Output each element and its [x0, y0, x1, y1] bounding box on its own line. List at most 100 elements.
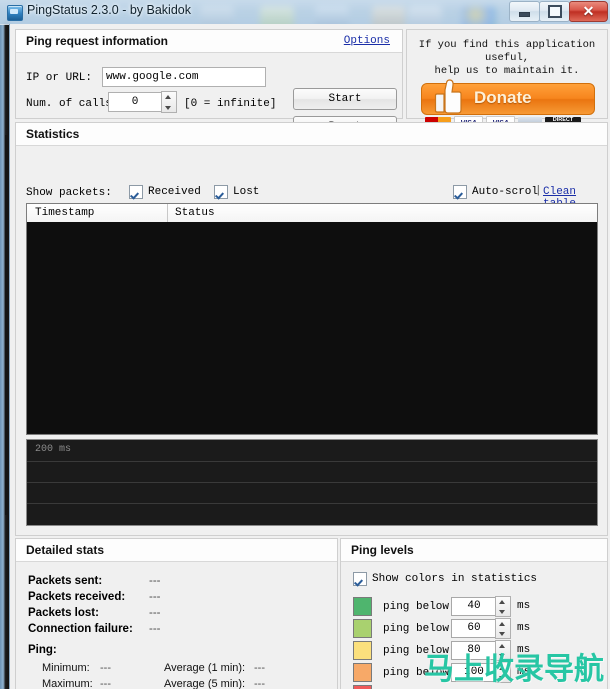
- ping-minimum-label: Minimum:: [42, 662, 90, 674]
- ping-level-label: ping below: [383, 600, 450, 613]
- statistics-panel: Statistics Show packets: Received Lost A…: [15, 122, 608, 536]
- connection-failure-label: Connection failure:: [28, 623, 133, 635]
- ping-maximum-label: Maximum:: [42, 678, 93, 689]
- detailed-stats-title: Detailed stats: [26, 543, 105, 557]
- ping-section-label: Ping:: [28, 644, 57, 656]
- ip-url-label: IP or URL:: [26, 72, 93, 84]
- window-title: PingStatus 2.3.0 - by Bakidok: [27, 3, 191, 17]
- packets-lost-label: Packets lost:: [28, 607, 99, 619]
- checkbox-autoscroll-label: Auto-scrol: [472, 186, 539, 198]
- donate-text-line-2: useful,: [484, 52, 530, 64]
- close-button[interactable]: ✕: [569, 1, 608, 22]
- column-divider[interactable]: [167, 204, 168, 222]
- checkbox-received-label: Received: [148, 186, 201, 198]
- stepper-up-icon[interactable]: [496, 597, 508, 606]
- donate-button-label: Donate: [474, 88, 532, 107]
- stepper-up-icon[interactable]: [496, 641, 508, 650]
- donate-text-line-3: help us to maintain it.: [434, 65, 580, 77]
- app-icon: [7, 5, 23, 21]
- num-calls-label: Num. of calls: [26, 98, 112, 110]
- ping-level-threshold-input[interactable]: 40: [451, 597, 497, 616]
- ping-average-5min-label: Average (5 min):: [164, 678, 246, 689]
- toolbar-separator: |: [535, 185, 542, 197]
- detailed-stats-panel: Detailed stats Packets sent: --- Packets…: [15, 538, 338, 689]
- stepper-up-icon[interactable]: [496, 619, 508, 628]
- donate-text-line-1: If you find this application: [418, 39, 596, 51]
- packets-table[interactable]: Timestamp Status: [26, 203, 598, 435]
- application-window: PingStatus 2.3.0 - by Bakidok ✕ Ping req…: [0, 0, 610, 689]
- checkbox-received[interactable]: Received: [129, 185, 201, 199]
- packets-table-header: Timestamp Status: [27, 204, 597, 223]
- statistics-title: Statistics: [26, 127, 80, 141]
- checkbox-lost[interactable]: Lost: [214, 185, 259, 199]
- maximize-button[interactable]: [539, 1, 570, 22]
- options-link[interactable]: Options: [344, 35, 390, 47]
- ping-levels-header: Ping levels: [341, 539, 607, 562]
- thumbs-up-icon: [434, 79, 462, 114]
- checkbox-show-colors-label: Show colors in statistics: [372, 573, 538, 585]
- start-button[interactable]: Start: [293, 88, 397, 110]
- watermark: 马上收录导航: [424, 652, 604, 687]
- ip-url-input[interactable]: www.google.com: [102, 67, 266, 87]
- ping-level-unit: ms: [517, 600, 531, 612]
- ping-level-row: ping below: [353, 597, 449, 616]
- infinite-hint-label: [0 = infinite]: [184, 98, 277, 110]
- minimize-icon: [510, 2, 539, 21]
- ping-request-header: Ping request information Options: [16, 30, 402, 53]
- checkbox-show-colors[interactable]: Show colors in statistics: [353, 572, 537, 586]
- column-header-status[interactable]: Status: [175, 207, 215, 219]
- ping-average-5min-value: ---: [254, 678, 265, 689]
- stepper-down-icon[interactable]: [496, 629, 508, 638]
- checkbox-lost-label: Lost: [233, 186, 260, 198]
- minimize-button[interactable]: [509, 1, 540, 22]
- donate-button[interactable]: Donate: [421, 79, 595, 115]
- connection-failure-value: ---: [149, 623, 161, 635]
- donate-panel: If you find this application useful, hel…: [406, 29, 608, 130]
- num-calls-input[interactable]: 0: [108, 92, 162, 112]
- ping-graph: 200 ms: [26, 439, 598, 526]
- packets-table-body[interactable]: [27, 222, 597, 433]
- packets-sent-label: Packets sent:: [28, 575, 103, 587]
- close-icon: ✕: [582, 3, 595, 19]
- packets-lost-value: ---: [149, 607, 161, 619]
- column-header-timestamp[interactable]: Timestamp: [35, 207, 94, 219]
- num-calls-stepper[interactable]: [161, 91, 177, 113]
- checkbox-autoscroll[interactable]: Auto-scrol: [453, 185, 538, 199]
- ping-level-stepper[interactable]: [495, 618, 511, 639]
- checkbox-show-colors-box[interactable]: [353, 572, 367, 586]
- graph-gridline: [27, 482, 597, 483]
- ping-level-color-swatch[interactable]: [353, 663, 372, 682]
- ping-level-threshold-input[interactable]: 60: [451, 619, 497, 638]
- graph-gridline: [27, 461, 597, 462]
- graph-gridline: [27, 503, 597, 504]
- ping-minimum-value: ---: [100, 662, 111, 674]
- ping-level-stepper[interactable]: [495, 596, 511, 617]
- packets-received-label: Packets received:: [28, 591, 126, 603]
- ping-level-color-swatch[interactable]: [353, 685, 372, 689]
- show-packets-label: Show packets:: [26, 187, 112, 199]
- statistics-header: Statistics: [16, 123, 607, 146]
- ping-levels-title: Ping levels: [351, 543, 414, 557]
- packets-received-value: ---: [149, 591, 161, 603]
- checkbox-lost-box[interactable]: [214, 185, 228, 199]
- ping-average-1min-value: ---: [254, 662, 265, 674]
- ping-maximum-value: ---: [100, 678, 111, 689]
- ping-level-unit: ms: [517, 622, 531, 634]
- stepper-down-icon[interactable]: [496, 607, 508, 616]
- client-area: Ping request information Options IP or U…: [9, 24, 610, 689]
- checkbox-autoscroll-box[interactable]: [453, 185, 467, 199]
- stepper-up-icon[interactable]: [162, 92, 174, 101]
- graph-y-axis-label: 200 ms: [35, 444, 72, 455]
- packets-sent-value: ---: [149, 575, 161, 587]
- ping-request-title: Ping request information: [26, 34, 169, 48]
- ping-level-label: ping below: [383, 622, 450, 635]
- ping-level-row: ping below: [353, 619, 449, 638]
- ping-level-color-swatch[interactable]: [353, 619, 372, 638]
- ping-average-1min-label: Average (1 min):: [164, 662, 246, 674]
- stepper-down-icon[interactable]: [162, 103, 174, 112]
- detailed-stats-header: Detailed stats: [16, 539, 337, 562]
- ping-level-color-swatch[interactable]: [353, 641, 372, 660]
- title-bar[interactable]: PingStatus 2.3.0 - by Bakidok ✕: [0, 0, 610, 25]
- ping-level-color-swatch[interactable]: [353, 597, 372, 616]
- checkbox-received-box[interactable]: [129, 185, 143, 199]
